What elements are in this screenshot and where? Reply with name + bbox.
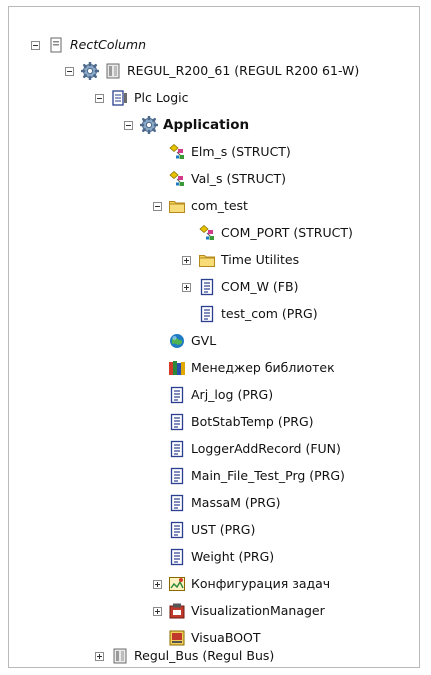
tree-node-gvl[interactable]: GVL <box>168 329 216 353</box>
tree-node-label: VisualizationManager <box>191 603 325 618</box>
device-icon <box>104 62 122 80</box>
tree-node-massam[interactable]: MassaM (PRG) <box>168 491 281 515</box>
tree-node-label: Конфигурация задач <box>191 576 331 591</box>
expand-toggle[interactable] <box>153 580 162 589</box>
tree-node-label: COM_W (FB) <box>221 279 299 294</box>
tree-node-label: BotStabTemp (PRG) <box>191 414 314 429</box>
tree-node-label: test_com (PRG) <box>221 306 318 321</box>
tree-node-ust[interactable]: UST (PRG) <box>168 518 255 542</box>
tree-node-com-port[interactable]: COM_PORT (STRUCT) <box>198 221 353 245</box>
tree-node-label: Main_File_Test_Prg (PRG) <box>191 468 345 483</box>
tree-node-task-config[interactable]: Конфигурация задач <box>168 572 330 596</box>
tree-node-label: Val_s (STRUCT) <box>191 171 286 186</box>
struct-icon <box>168 143 186 161</box>
pou-icon <box>168 521 186 539</box>
tree-node-label: RectColumn <box>70 37 147 52</box>
tree-node-time-utilites[interactable]: Time Utilites <box>198 248 299 272</box>
struct-icon <box>168 170 186 188</box>
tree-node-project[interactable]: RectColumn <box>47 33 146 57</box>
tree-node-plc-logic[interactable]: Plc Logic <box>111 86 189 110</box>
tree-node-weight[interactable]: Weight (PRG) <box>168 545 274 569</box>
folder-icon <box>168 197 186 215</box>
tree-node-test-com[interactable]: test_com (PRG) <box>198 302 318 326</box>
tree-node-label: Plc Logic <box>134 90 189 105</box>
tree-node-com-w[interactable]: COM_W (FB) <box>198 275 298 299</box>
collapse-toggle[interactable] <box>153 202 162 211</box>
pou-icon <box>168 413 186 431</box>
pou-icon <box>198 278 216 296</box>
tree-node-visualization-manager[interactable]: VisualizationManager <box>168 599 325 623</box>
collapse-toggle[interactable] <box>65 67 74 76</box>
tree-node-regul-bus[interactable]: Regul_Bus (Regul Bus) <box>111 644 274 668</box>
tree-node-label: UST (PRG) <box>191 522 256 537</box>
tree-node-label: com_test <box>191 198 248 213</box>
folder-icon <box>198 251 216 269</box>
expand-toggle[interactable] <box>182 283 191 292</box>
tree-node-label: GVL <box>191 333 217 348</box>
pou-icon <box>168 548 186 566</box>
tree-node-device[interactable]: REGUL_R200_61 (REGUL R200 61-W) <box>81 59 359 83</box>
tree-node-botstabtemp[interactable]: BotStabTemp (PRG) <box>168 410 314 434</box>
tree-node-label: Regul_Bus (Regul Bus) <box>134 648 275 663</box>
visualization-manager-icon <box>168 602 186 620</box>
tree-node-label: Time Utilites <box>221 252 300 267</box>
tree-node-label: Arj_log (PRG) <box>191 387 274 402</box>
tree-node-application[interactable]: Application <box>140 113 249 137</box>
tree-node-main-file-test-prg[interactable]: Main_File_Test_Prg (PRG) <box>168 464 345 488</box>
tree-node-label: REGUL_R200_61 (REGUL R200 61-W) <box>127 63 360 78</box>
pou-icon <box>168 386 186 404</box>
expand-toggle[interactable] <box>95 652 104 661</box>
pou-icon <box>198 305 216 323</box>
tree-node-com-test[interactable]: com_test <box>168 194 248 218</box>
tree-node-label: COM_PORT (STRUCT) <box>221 225 353 240</box>
task-config-icon <box>168 575 186 593</box>
tree-node-label: MassaM (PRG) <box>191 495 281 510</box>
expand-toggle[interactable] <box>182 256 191 265</box>
tree-node-library-manager[interactable]: Менеджер библиотек <box>168 356 335 380</box>
application-gear-icon <box>140 116 158 134</box>
project-icon <box>47 36 65 54</box>
collapse-toggle[interactable] <box>124 121 133 130</box>
library-manager-icon <box>168 359 186 377</box>
tree-node-val-s[interactable]: Val_s (STRUCT) <box>168 167 286 191</box>
pou-icon <box>168 467 186 485</box>
plc-logic-icon <box>111 89 129 107</box>
tree-node-arj-log[interactable]: Arj_log (PRG) <box>168 383 273 407</box>
collapse-toggle[interactable] <box>95 94 104 103</box>
tree-node-loggeraddrecord[interactable]: LoggerAddRecord (FUN) <box>168 437 341 461</box>
bus-icon <box>111 647 129 665</box>
tree-node-label: Elm_s (STRUCT) <box>191 144 291 159</box>
tree-node-label: LoggerAddRecord (FUN) <box>191 441 341 456</box>
pou-icon <box>168 440 186 458</box>
gvl-globe-icon <box>168 332 186 350</box>
collapse-toggle[interactable] <box>31 41 40 50</box>
expand-toggle[interactable] <box>153 607 162 616</box>
struct-icon <box>198 224 216 242</box>
tree-node-label: Application <box>163 117 250 133</box>
tree-node-elm-s[interactable]: Elm_s (STRUCT) <box>168 140 291 164</box>
device-gear-icon <box>81 62 99 80</box>
device-tree: RectColumn REGUL_R200_61 (REGUL R200 61-… <box>9 7 419 667</box>
device-tree-panel: RectColumn REGUL_R200_61 (REGUL R200 61-… <box>8 6 420 668</box>
tree-node-label: Менеджер библиотек <box>191 360 335 375</box>
tree-node-label: Weight (PRG) <box>191 549 275 564</box>
pou-icon <box>168 494 186 512</box>
